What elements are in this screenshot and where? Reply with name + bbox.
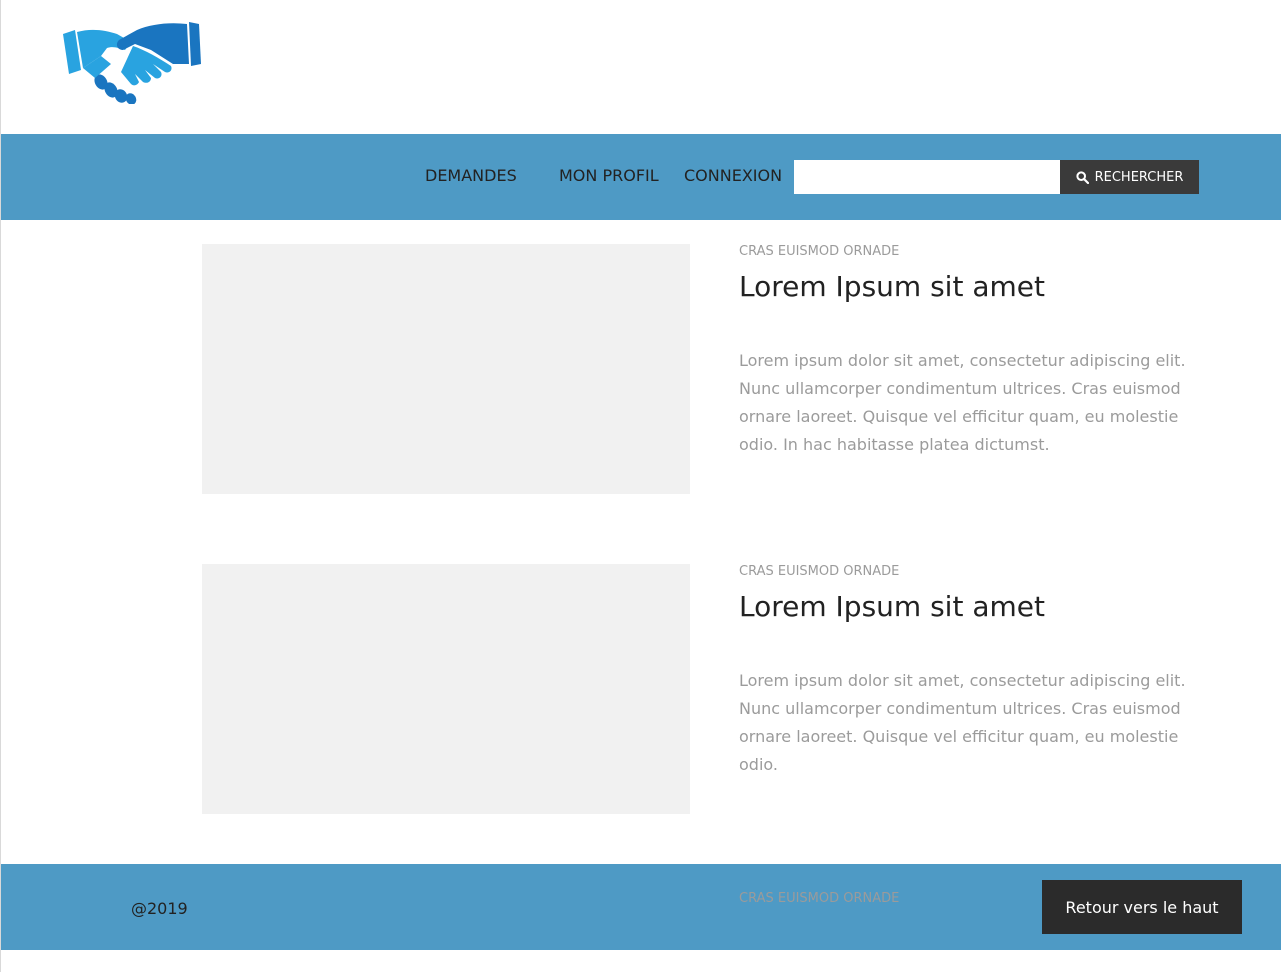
navbar: DEMANDES MON PROFIL CONNEXION RECHERCHER bbox=[1, 134, 1281, 220]
article-category: CRAS EUISMOD ORNADE bbox=[739, 564, 900, 579]
nav-item-mon-profil[interactable]: MON PROFIL bbox=[559, 166, 659, 185]
article-title[interactable]: Lorem Ipsum sit amet bbox=[739, 590, 1045, 623]
article-card: CRAS EUISMOD ORNADE Lorem Ipsum sit amet… bbox=[202, 564, 1232, 814]
article-image[interactable] bbox=[202, 564, 690, 814]
nav-item-demandes[interactable]: DEMANDES bbox=[425, 166, 517, 185]
footer-category: CRAS EUISMOD ORNADE bbox=[739, 891, 900, 906]
footer: @2019 CRAS EUISMOD ORNADE Retour vers le… bbox=[1, 864, 1281, 950]
search-input[interactable] bbox=[794, 160, 1060, 194]
article-title[interactable]: Lorem Ipsum sit amet bbox=[739, 270, 1045, 303]
article-category: CRAS EUISMOD ORNADE bbox=[739, 244, 900, 259]
page: DEMANDES MON PROFIL CONNEXION RECHERCHER… bbox=[0, 0, 1281, 972]
article-text: Lorem ipsum dolor sit amet, consectetur … bbox=[739, 351, 1186, 454]
search-icon bbox=[1075, 170, 1089, 184]
search-button[interactable]: RECHERCHER bbox=[1060, 160, 1199, 194]
search-button-label: RECHERCHER bbox=[1094, 169, 1184, 185]
footer-copyright: @2019 bbox=[131, 899, 188, 918]
handshake-icon[interactable] bbox=[61, 20, 203, 105]
article-image[interactable] bbox=[202, 244, 690, 494]
nav-item-connexion[interactable]: CONNEXION bbox=[684, 166, 782, 185]
back-to-top-button[interactable]: Retour vers le haut bbox=[1042, 880, 1242, 934]
article-card: CRAS EUISMOD ORNADE Lorem Ipsum sit amet… bbox=[202, 244, 1232, 494]
article-text: Lorem ipsum dolor sit amet, consectetur … bbox=[739, 671, 1186, 774]
